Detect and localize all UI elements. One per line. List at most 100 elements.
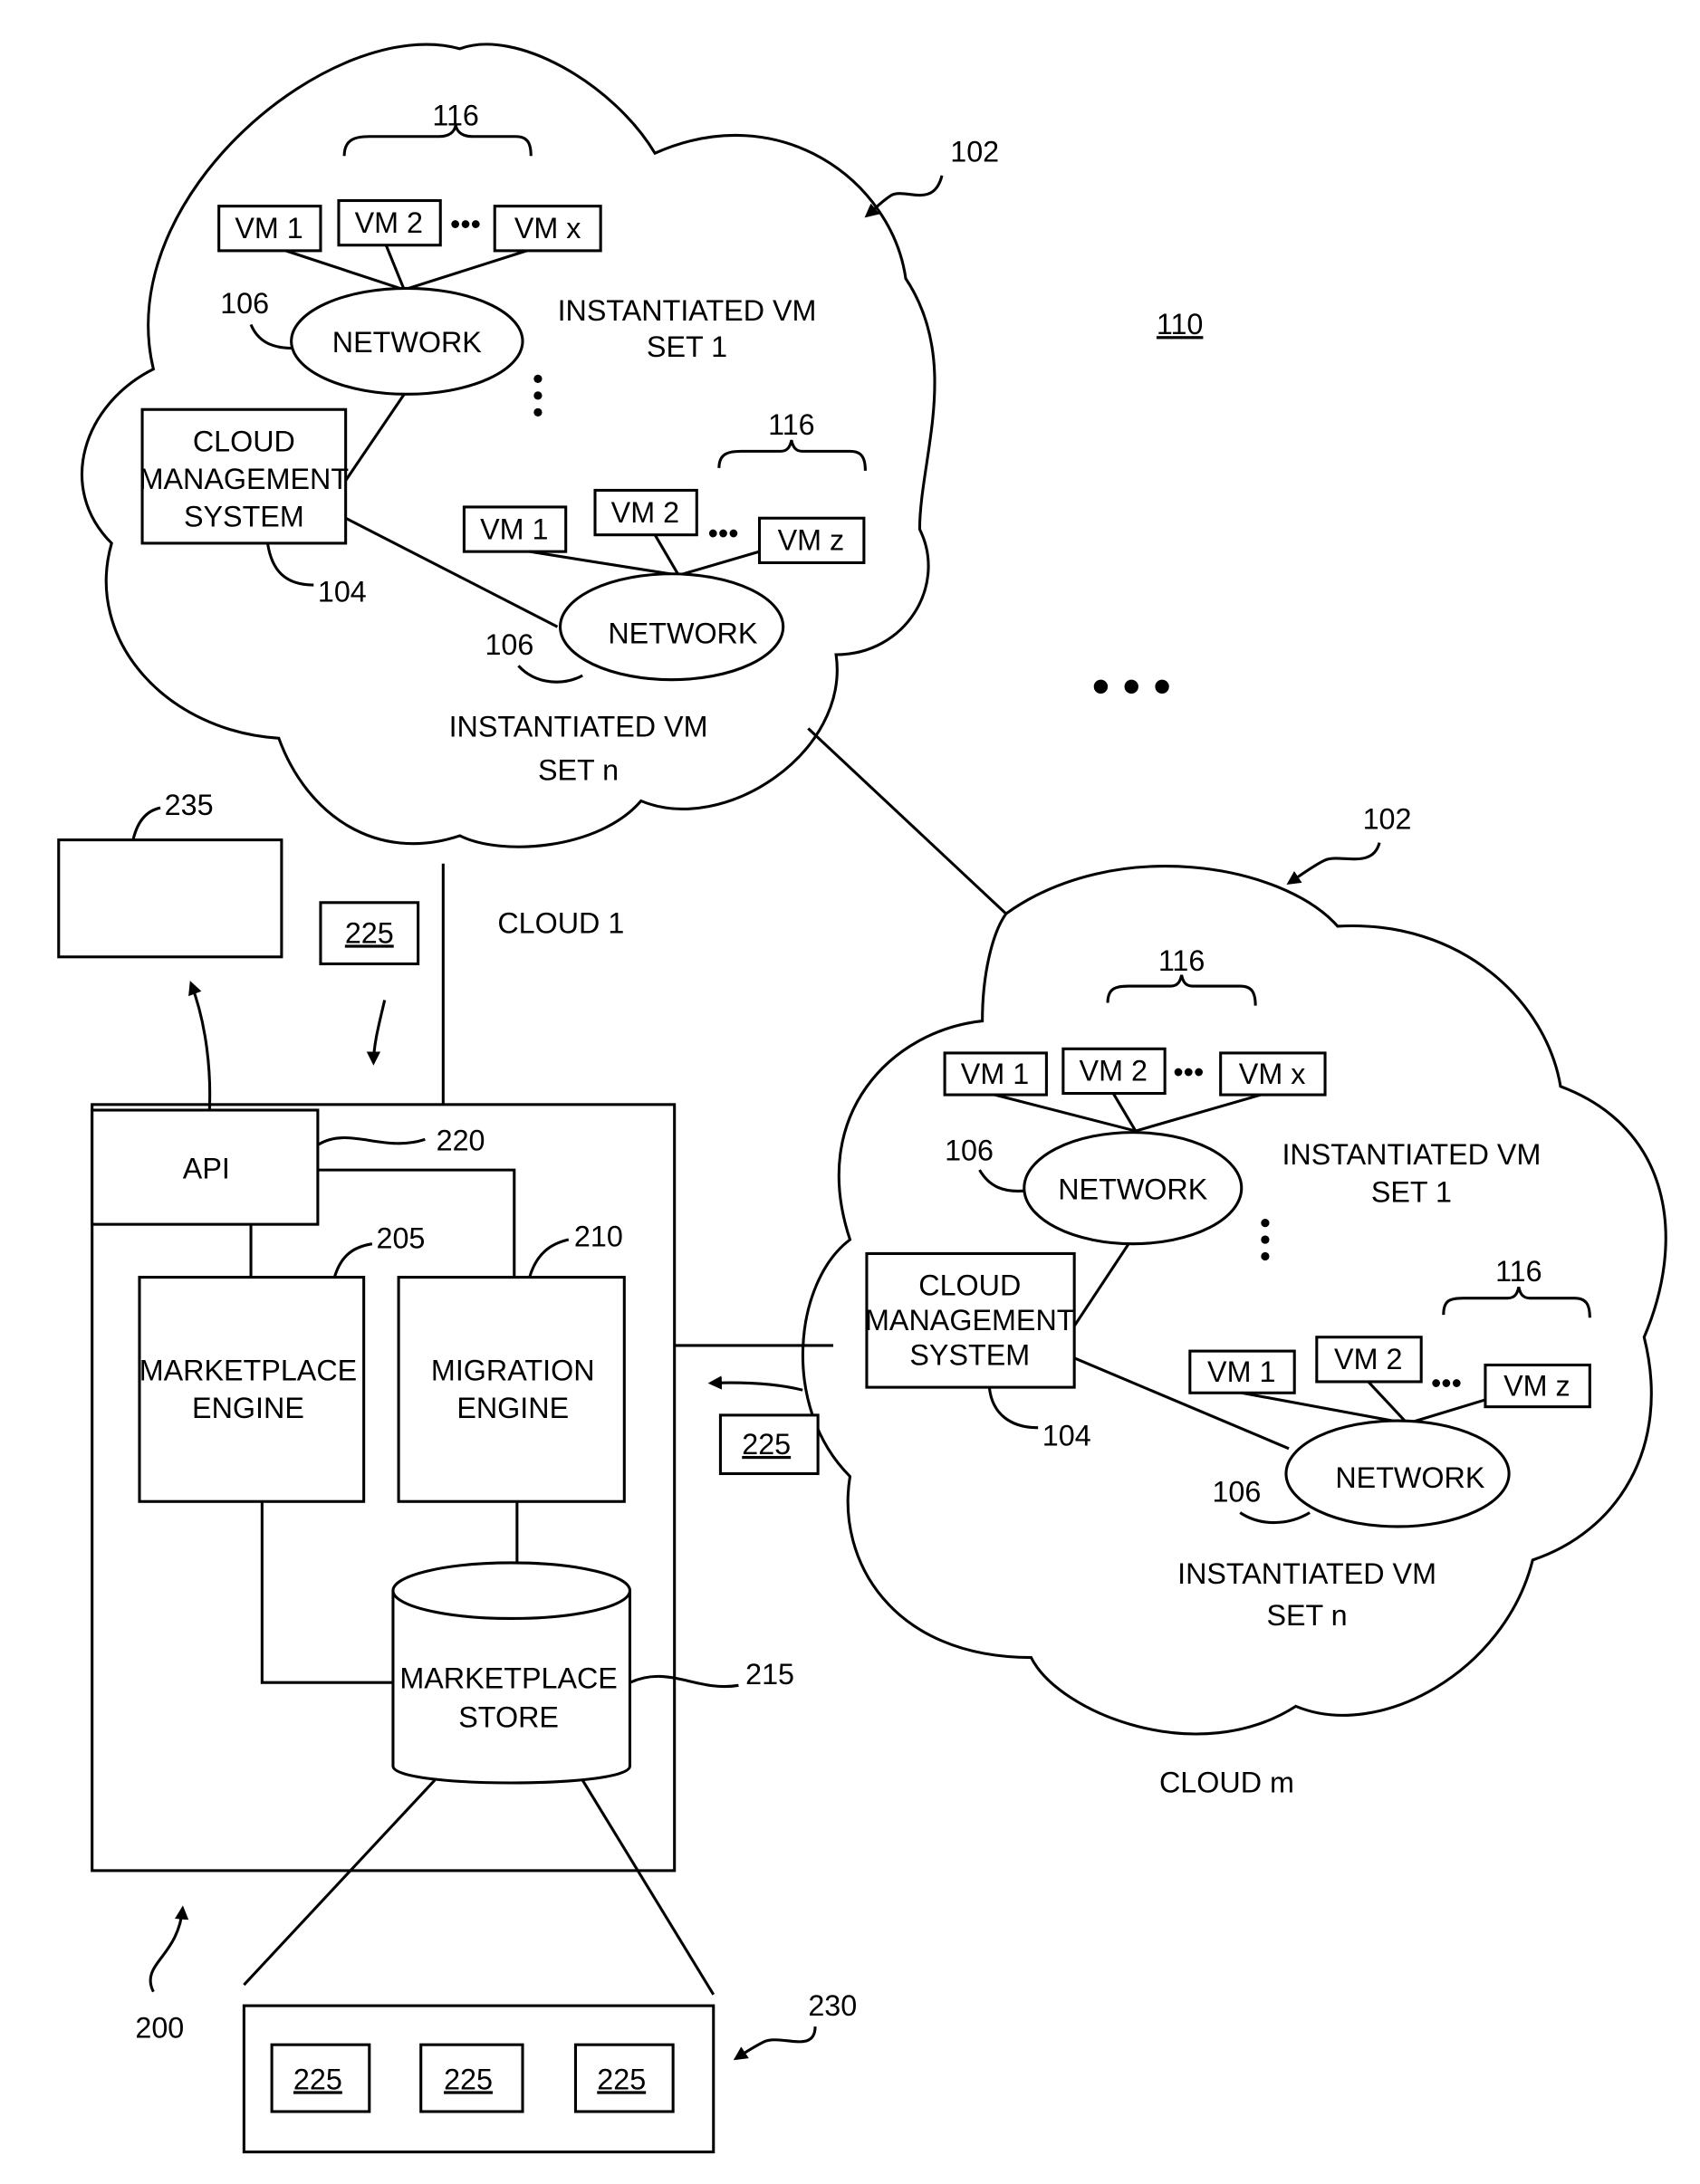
vm-image-incoming-right[interactable]: 225 [718, 1413, 820, 1476]
vm-image-arrow-down [366, 1000, 387, 1066]
svg-text:VM z: VM z [1503, 1369, 1570, 1402]
horizontal-ellipsis [1093, 679, 1169, 694]
network-node[interactable]: NETWORK [559, 572, 785, 682]
migration-engine[interactable]: MIGRATION ENGINE [397, 1276, 626, 1503]
system-200-arrow [149, 1905, 189, 1993]
vm-box[interactable]: VM 2 [1061, 1047, 1167, 1096]
svg-text:MANAGEMENT: MANAGEMENT [865, 1304, 1074, 1336]
marketplace-store-ref: 215 [745, 1658, 794, 1691]
svg-text:VM 1: VM 1 [961, 1058, 1029, 1090]
svg-text:225: 225 [444, 2063, 493, 2095]
cms-ref: 104 [1042, 1420, 1091, 1452]
svg-text:VM 2: VM 2 [1080, 1055, 1148, 1087]
external-box-ref: 235 [165, 789, 214, 821]
network-ref: 106 [1212, 1475, 1261, 1508]
svg-text:VM x: VM x [514, 212, 581, 244]
marketplace-engine[interactable]: MARKETPLACE ENGINE [138, 1276, 366, 1503]
cloud-m-ref: 102 [1363, 802, 1412, 835]
svg-text:SYSTEM: SYSTEM [184, 500, 304, 532]
marketplace-store[interactable]: MARKETPLACE STORE [391, 1561, 631, 1785]
network-ref: 106 [945, 1134, 994, 1166]
svg-text:NETWORK: NETWORK [1335, 1461, 1485, 1494]
cloud-label: CLOUD m [1159, 1767, 1294, 1799]
svg-text:VM 1: VM 1 [480, 512, 548, 545]
vm-box[interactable]: VM 1 [943, 1051, 1048, 1097]
vm-box[interactable]: VM 2 [337, 198, 442, 247]
migration-engine-ref: 210 [574, 1221, 623, 1253]
svg-text:NETWORK: NETWORK [1058, 1173, 1208, 1205]
svg-text:NETWORK: NETWORK [332, 326, 483, 359]
diagram: 102 116 VM 1 VM 2 ••• VM x NETWORK 106 I… [57, 43, 1667, 2154]
vm-image-item[interactable]: 225 [270, 2043, 371, 2113]
svg-text:ENGINE: ENGINE [456, 1392, 569, 1424]
svg-text:ENGINE: ENGINE [192, 1392, 304, 1424]
network-node[interactable]: NETWORK [290, 286, 524, 396]
api-box[interactable]: API [91, 1108, 320, 1226]
svg-text:NETWORK: NETWORK [608, 618, 758, 650]
set-label: INSTANTIATED VM [558, 294, 817, 327]
network-node[interactable]: NETWORK [1284, 1419, 1511, 1528]
image-collection-arrow [733, 2026, 817, 2061]
svg-text:225: 225 [293, 2063, 342, 2095]
vm-box[interactable]: VM x [1219, 1051, 1327, 1097]
network-ref: 106 [485, 628, 533, 661]
cloud-management-system[interactable]: CLOUD MANAGEMENT SYSTEM [865, 1251, 1076, 1389]
svg-text:MARKETPLACE: MARKETPLACE [139, 1354, 357, 1386]
svg-text:225: 225 [597, 2063, 646, 2095]
vm-box[interactable]: VM x [493, 205, 602, 253]
svg-text:VM z: VM z [778, 524, 845, 557]
svg-text:VM 2: VM 2 [355, 206, 423, 239]
svg-text:MIGRATION: MIGRATION [431, 1354, 595, 1386]
network-node[interactable]: NETWORK [1023, 1131, 1244, 1246]
svg-text:225: 225 [742, 1428, 791, 1461]
set-label: SET 1 [647, 330, 727, 363]
svg-text:VM 1: VM 1 [1207, 1355, 1275, 1388]
cloud-management-system[interactable]: CLOUD MANAGEMENT SYSTEM [139, 407, 349, 545]
vertical-ellipsis [533, 374, 543, 417]
svg-text:MANAGEMENT: MANAGEMENT [139, 463, 349, 495]
vm-box[interactable]: VM 1 [217, 205, 322, 253]
svg-text:225: 225 [345, 916, 394, 949]
vm-box[interactable]: VM z [757, 516, 866, 564]
set-label: SET n [1266, 1599, 1347, 1632]
vm-group-brace [1106, 974, 1257, 1006]
cms-ref: 104 [318, 576, 367, 608]
api-out-arrow [188, 981, 212, 1117]
vm-group-ref: 116 [1158, 944, 1205, 977]
svg-text:VM 2: VM 2 [1334, 1343, 1402, 1375]
network-ref: 106 [220, 287, 269, 320]
vm-group-brace [1442, 1287, 1591, 1318]
vm-image-item[interactable]: 225 [573, 2043, 675, 2113]
set-label: INSTANTIATED VM [449, 711, 708, 743]
cloud-label: CLOUD 1 [497, 907, 624, 940]
vm-image-arrow-left [707, 1375, 803, 1392]
marketplace-system: API 220 MARKETPLACE ENGINE 205 MIGRATION… [91, 1103, 794, 1873]
vm-ellipsis: ••• [708, 517, 739, 550]
svg-text:CLOUD: CLOUD [918, 1269, 1021, 1302]
svg-text:VM 2: VM 2 [611, 496, 679, 529]
vm-image-incoming-top[interactable]: 225 [319, 901, 420, 966]
vm-ellipsis: ••• [450, 207, 481, 240]
set-label: INSTANTIATED VM [1177, 1557, 1436, 1590]
cloud-1: 102 116 VM 1 VM 2 ••• VM x NETWORK 106 I… [80, 43, 999, 940]
api-ref: 220 [437, 1125, 485, 1157]
svg-text:CLOUD: CLOUD [193, 425, 295, 457]
set-label: SET n [538, 753, 619, 786]
vertical-ellipsis [1261, 1218, 1270, 1261]
marketplace-engine-ref: 205 [376, 1221, 425, 1254]
vm-box[interactable]: VM 1 [462, 505, 568, 553]
vm-box[interactable]: VM 2 [593, 488, 698, 537]
vm-box[interactable]: VM 2 [1315, 1336, 1423, 1384]
vm-image-item[interactable]: 225 [419, 2043, 524, 2113]
system-ref: 110 [1157, 308, 1204, 340]
vm-group-brace [717, 439, 867, 471]
svg-text:VM x: VM x [1239, 1058, 1306, 1090]
image-collection-ref: 230 [808, 1989, 857, 2022]
vm-box[interactable]: VM 1 [1188, 1349, 1296, 1394]
vm-group-ref: 116 [1495, 1255, 1542, 1288]
vm-box[interactable]: VM z [1484, 1363, 1591, 1409]
inter-cloud-link [807, 727, 1007, 915]
external-box[interactable] [57, 838, 283, 959]
svg-text:STORE: STORE [458, 1700, 559, 1733]
cloud-1-ref: 102 [950, 135, 999, 168]
